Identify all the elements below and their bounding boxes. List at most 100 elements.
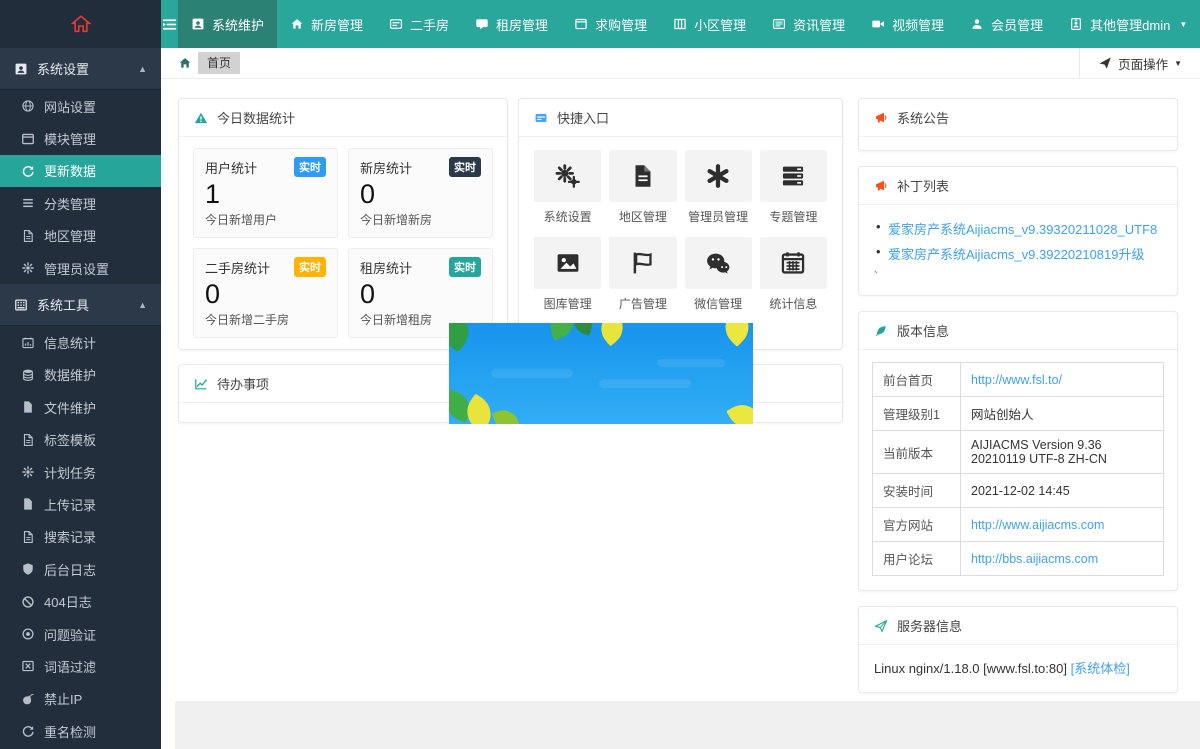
version-row-value: 网站创始人 (971, 408, 1034, 422)
nav-tab-7[interactable]: 视频管理 (858, 0, 957, 48)
quick-entry-2[interactable]: 管理员管理 (685, 150, 752, 225)
wechat-icon (705, 250, 731, 276)
quick-entry-7[interactable]: 统计信息 (760, 237, 827, 312)
quick-entry-0[interactable]: 系统设置 (534, 150, 601, 225)
sidebar-item-0-5[interactable]: 管理员设置 (0, 252, 161, 284)
sidebar-item-1-3[interactable]: 标签模板 (0, 424, 161, 456)
sidebar-item-1-2[interactable]: 文件维护 (0, 391, 161, 423)
breadcrumb-home[interactable]: 首页 (198, 52, 240, 74)
nav-tabs: 系统维护新房管理二手房 租房管理求购管理小区管理资讯管理 视频管理 会员管理其他管理d… (178, 0, 1200, 48)
document-icon (630, 163, 656, 189)
system-check-link[interactable]: [系统体检] (1071, 661, 1130, 676)
sidebar-item-label: 计划任务 (44, 463, 96, 482)
panel-today-stats: 今日数据统计 用户统计 实时 1 今日新增用户 新房统计 实时 0 今日新增新房… (178, 98, 508, 350)
version-row-link[interactable]: http://www.fsl.to/ (971, 373, 1062, 387)
megaphone-icon (874, 179, 888, 193)
nav-tab-6[interactable]: 资讯管理 (759, 0, 858, 48)
version-row: 当前版本 AIJIACMS Version 9.36 20210119 UTF-… (873, 431, 1164, 474)
quick-entry-6[interactable]: 微信管理 (685, 237, 752, 312)
nav-tab-9[interactable]: 其他管理dmin▼ (1056, 0, 1200, 48)
nav-tab-label: 视频管理 (892, 15, 944, 34)
quick-entry-label: 专题管理 (760, 208, 827, 225)
sidebar-item-1-9[interactable]: 问题验证 (0, 618, 161, 650)
nav-tab-5[interactable]: 小区管理 (660, 0, 759, 48)
version-row-link[interactable]: http://bbs.aijiacms.com (971, 552, 1098, 566)
gears-icon (555, 163, 581, 189)
nav-tab-label: 会员管理 (991, 15, 1043, 34)
sidebar-item-1-11[interactable]: 禁止IP (0, 683, 161, 715)
sidebar-section-1[interactable]: 系统工具▲ (0, 284, 161, 326)
sidebar-item-1-6[interactable]: 搜索记录 (0, 521, 161, 553)
quick-entry-3[interactable]: 专题管理 (760, 150, 827, 225)
page-actions-label: 页面操作 (1118, 54, 1168, 73)
sidebar-item-1-4[interactable]: 计划任务 (0, 456, 161, 488)
sidebar-item-0-4[interactable]: 地区管理 (0, 220, 161, 252)
quick-entry-4[interactable]: 图库管理 (534, 237, 601, 312)
sidebar-toggle-button[interactable] (161, 0, 178, 48)
stat-card-caption: 今日新增新房 (360, 211, 481, 228)
menu-toggle-icon (161, 16, 178, 33)
leaf-icon (874, 324, 888, 338)
patch-link[interactable]: 爱家房产系统Aijiacms_v9.39320211028_UTF8 (888, 222, 1157, 237)
nav-tab-label: 系统维护 (212, 15, 264, 34)
sidebar-item-label: 禁止IP (44, 689, 82, 708)
version-row-link[interactable]: http://www.aijiacms.com (971, 518, 1104, 532)
ban-icon (20, 595, 35, 609)
sidebar-section-0[interactable]: 系统设置▲ (0, 48, 161, 90)
nav-tab-2[interactable]: 二手房 (376, 0, 462, 48)
stat-card-caption: 今日新增二手房 (205, 311, 326, 328)
sidebar-item-0-0[interactable]: 网站设置 (0, 90, 161, 122)
sidebar-item-label: 管理员设置 (44, 259, 109, 278)
realtime-badge: 实时 (449, 257, 481, 277)
caret-down-icon: ▼ (1179, 20, 1187, 29)
megaphone-icon (874, 111, 888, 125)
realtime-badge: 实时 (449, 157, 481, 177)
sidebar-item-0-1[interactable]: 模块管理 (0, 122, 161, 154)
stat-card-title: 租房统计 (360, 258, 412, 277)
nav-tab-0[interactable]: 系统维护 (178, 0, 277, 48)
quick-entry-5[interactable]: 广告管理 (609, 237, 676, 312)
brand-logo[interactable] (0, 0, 161, 48)
sidebar-item-1-0[interactable]: 信息统计 (0, 326, 161, 358)
stat-card-value: 0 (205, 279, 326, 310)
sidebar-item-1-8[interactable]: 404日志 (0, 585, 161, 617)
sidebar-item-label: 地区管理 (44, 226, 96, 245)
panel-title: 版本信息 (897, 321, 949, 340)
file-icon (20, 433, 35, 447)
nav-tab-1[interactable]: 新房管理 (277, 0, 376, 48)
quick-entry-1[interactable]: 地区管理 (609, 150, 676, 225)
sidebar-item-1-1[interactable]: 数据维护 (0, 359, 161, 391)
nav-tab-3[interactable]: 租房管理 (462, 0, 561, 48)
breadcrumb[interactable]: 首页 (178, 52, 240, 74)
nav-tab-4[interactable]: 求购管理 (561, 0, 660, 48)
panel-title: 补丁列表 (897, 176, 949, 195)
rent-icon (475, 17, 489, 31)
stat-card: 用户统计 实时 1 今日新增用户 (193, 148, 338, 238)
sidebar-item-label: 词语过滤 (44, 657, 96, 676)
breadcrumb-bar: 首页 页面操作 ▼ (161, 48, 1200, 79)
quick-entry-label: 统计信息 (760, 295, 827, 312)
nav-tab-8[interactable]: 会员管理 (957, 0, 1056, 48)
nav-tab-label: 租房管理 (496, 15, 548, 34)
version-row-label: 官方网站 (873, 508, 961, 542)
file-filled-icon (20, 400, 35, 414)
filter-icon (20, 659, 35, 673)
sidebar-item-1-7[interactable]: 后台日志 (0, 553, 161, 585)
sidebar-item-label: 重名检测 (44, 722, 96, 741)
image-icon (555, 250, 581, 276)
database-icon (20, 368, 35, 382)
announce-empty-body (859, 137, 1177, 150)
sidebar-item-label: 模块管理 (44, 129, 96, 148)
page-actions-button[interactable]: 页面操作 ▼ (1079, 48, 1200, 78)
quick-entry-label: 地区管理 (609, 208, 676, 225)
sidebar-item-1-12[interactable]: 重名检测 (0, 715, 161, 747)
sidebar-item-0-2[interactable]: 更新数据 (0, 155, 161, 187)
version-row-label: 前台首页 (873, 363, 961, 397)
patch-link[interactable]: 爱家房产系统Aijiacms_v9.39220210819升级 (888, 247, 1145, 262)
calendar-icon (780, 250, 806, 276)
sidebar-item-1-10[interactable]: 词语过滤 (0, 650, 161, 682)
sidebar: 系统设置▲网站设置模块管理更新数据分类管理地区管理管理员设置系统工具▲信息统计数… (0, 48, 161, 749)
sidebar-item-0-3[interactable]: 分类管理 (0, 187, 161, 219)
sidebar-item-1-5[interactable]: 上传记录 (0, 488, 161, 520)
stat-card-value: 1 (205, 179, 326, 210)
